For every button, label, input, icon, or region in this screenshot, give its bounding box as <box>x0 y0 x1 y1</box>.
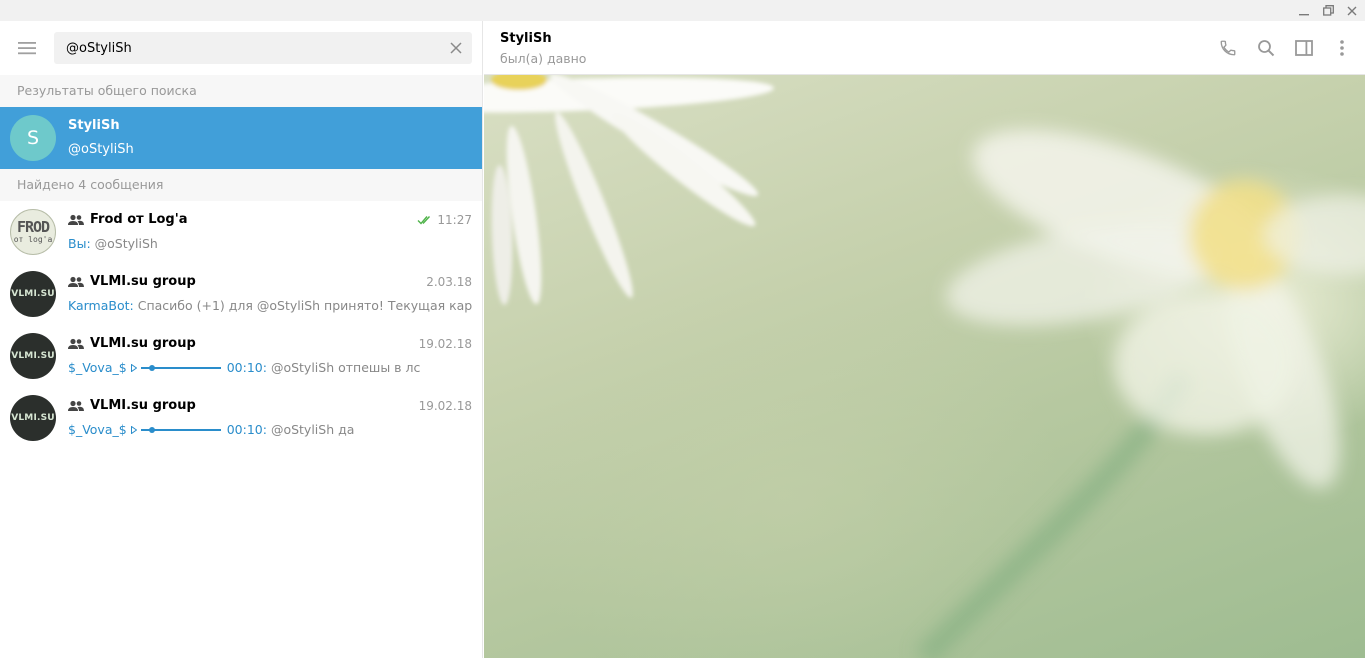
chat-title: VLMI.su group <box>68 336 196 351</box>
preview-text: Спасибо (+1) для @oStyliSh принято! Теку… <box>137 298 473 313</box>
peer-status: был(а) давно <box>500 51 587 66</box>
hamburger-icon <box>18 42 36 55</box>
daisy-wallpaper-image <box>484 75 1365 658</box>
avatar-text: VLMI.SU <box>11 289 55 299</box>
chat-name: Frod от Log'a <box>90 212 188 227</box>
preview-text: @oStyliSh да <box>270 422 355 437</box>
group-icon <box>68 400 84 411</box>
voice-waveform <box>130 363 221 372</box>
sender-name: $_Vova_$ <box>68 422 127 437</box>
menu-button[interactable] <box>14 37 40 59</box>
message-time: 11:27 <box>417 213 472 227</box>
sender-name: KarmaBot <box>68 298 130 313</box>
double-check-icon <box>417 216 431 225</box>
window-titlebar <box>0 0 1365 21</box>
restore-icon <box>1322 5 1334 16</box>
message-time: 19.02.18 <box>419 337 472 351</box>
sidebar-toggle-icon <box>1295 40 1313 56</box>
clear-search-button[interactable] <box>446 38 466 58</box>
list-item[interactable]: VLMI.SU VLMI.su group 19.02.18 $_Vova_$ … <box>0 387 482 449</box>
message-preview: $_Vova_$ 00:10: @oStyliSh да <box>68 422 473 437</box>
search-field <box>54 32 472 64</box>
chat-name: VLMI.su group <box>90 398 196 413</box>
more-vertical-icon <box>1340 40 1344 56</box>
group-icon <box>68 276 84 287</box>
message-preview: Вы: @oStyliSh <box>68 236 473 251</box>
voice-duration: 00:10 <box>226 360 263 375</box>
chat-header: StyliSh был(а) давно <box>484 21 1365 75</box>
message-time: 19.02.18 <box>419 399 472 413</box>
play-icon <box>130 425 137 434</box>
preview-text: @oStyliSh <box>94 236 158 251</box>
dialogs-panel: Результаты общего поиска S StyliSh @oSty… <box>0 21 483 658</box>
close-icon <box>450 42 462 54</box>
waveform-line <box>140 426 221 433</box>
global-result-item[interactable]: S StyliSh @oStyliSh <box>0 107 482 169</box>
sender-colon: : <box>262 360 267 375</box>
search-bar <box>0 21 482 75</box>
maximize-window-button[interactable] <box>1316 0 1340 21</box>
search-input[interactable] <box>66 32 436 64</box>
minimize-window-button[interactable] <box>1292 0 1316 21</box>
list-item[interactable]: FROD от log'a Frod от Log'a 11:27 Вы: @o… <box>0 201 482 263</box>
sender-colon: : <box>262 422 267 437</box>
voice-duration: 00:10 <box>226 422 263 437</box>
chat-wallpaper <box>484 75 1365 658</box>
avatar: FROD от log'a <box>10 209 56 255</box>
avatar-text: FROD <box>16 218 50 236</box>
time-text: 19.02.18 <box>418 399 472 413</box>
list-item[interactable]: VLMI.SU VLMI.su group 2.03.18 KarmaBot: … <box>0 263 482 325</box>
chat-name: VLMI.su group <box>90 336 196 351</box>
avatar-subtext: от log'a <box>13 235 53 244</box>
peer-name[interactable]: StyliSh <box>500 31 552 46</box>
list-item[interactable]: VLMI.SU VLMI.su group 19.02.18 $_Vova_$ … <box>0 325 482 387</box>
sender-name: $_Vova_$ <box>68 360 127 375</box>
avatar-text: VLMI.SU <box>11 413 55 423</box>
message-preview: KarmaBot: Спасибо (+1) для @oStyliSh при… <box>68 298 473 313</box>
phone-icon <box>1220 40 1236 56</box>
time-text: 2.03.18 <box>426 275 472 289</box>
chat-title: VLMI.su group <box>68 274 196 289</box>
close-icon <box>1347 6 1357 15</box>
voice-waveform <box>130 425 221 434</box>
found-messages-header: Найдено 4 сообщения <box>0 169 482 201</box>
toggle-sidebar-button[interactable] <box>1292 36 1316 60</box>
group-icon <box>68 338 84 349</box>
message-preview: $_Vova_$ 00:10: @oStyliSh отпешы в лс <box>68 360 473 375</box>
minimize-icon <box>1299 13 1309 15</box>
more-options-button[interactable] <box>1330 36 1354 60</box>
chat-search-button[interactable] <box>1254 36 1278 60</box>
group-icon <box>68 214 84 225</box>
waveform-dot <box>148 364 155 371</box>
avatar: VLMI.SU <box>10 395 56 441</box>
avatar-text: VLMI.SU <box>11 351 55 361</box>
close-window-button[interactable] <box>1340 0 1364 21</box>
avatar: VLMI.SU <box>10 333 56 379</box>
time-text: 19.02.18 <box>418 337 472 351</box>
result-name: StyliSh <box>68 118 120 133</box>
global-results-header: Результаты общего поиска <box>0 75 482 107</box>
waveform-dot <box>148 426 155 433</box>
sender-colon: : <box>86 236 91 251</box>
result-username: @oStyliSh <box>68 142 134 157</box>
avatar: VLMI.SU <box>10 271 56 317</box>
time-text: 11:27 <box>437 213 472 227</box>
chat-name: VLMI.su group <box>90 274 196 289</box>
waveform-line <box>140 364 221 371</box>
play-icon <box>130 363 137 372</box>
call-button[interactable] <box>1216 36 1240 60</box>
chat-title: VLMI.su group <box>68 398 196 413</box>
chat-title: Frod от Log'a <box>68 212 188 227</box>
search-icon <box>1258 40 1275 57</box>
sender-colon: : <box>129 298 134 313</box>
preview-text: @oStyliSh отпешы в лс <box>270 360 421 375</box>
sender-name: Вы <box>68 236 87 251</box>
avatar: S <box>10 115 56 161</box>
message-time: 2.03.18 <box>426 275 472 289</box>
